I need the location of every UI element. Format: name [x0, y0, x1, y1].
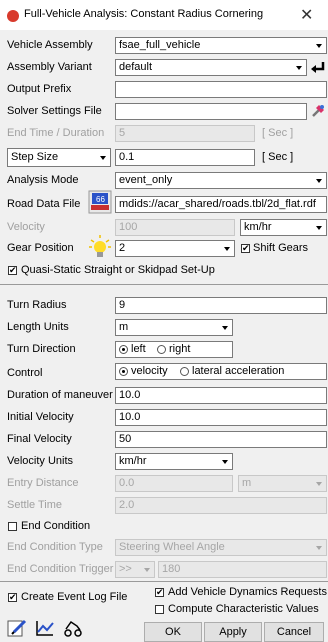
turn-right-label: right [169, 343, 191, 355]
duration-input[interactable]: 10.0 [115, 387, 327, 404]
compute-char-label: Compute Characteristic Values [168, 603, 319, 615]
road-data-file-input[interactable]: mdids://acar_shared/roads.tbl/2d_flat.rd… [115, 196, 327, 213]
end-condition-type-label: End Condition Type [7, 541, 103, 553]
chevron-down-icon [218, 320, 232, 335]
road-data-file-label: Road Data File [7, 198, 81, 210]
quasi-static-label: Quasi-Static Straight or Skidpad Set-Up [21, 264, 215, 276]
road-sign-icon[interactable]: 66 [88, 190, 112, 214]
vehicle-assembly-select[interactable]: fsae_full_vehicle [115, 37, 327, 54]
window-title: Full-Vehicle Analysis: Constant Radius C… [24, 8, 264, 20]
quasi-static-checkbox[interactable]: ✔ [8, 266, 17, 275]
control-lateral-label: lateral acceleration [192, 365, 285, 377]
velocity-unit-select[interactable]: km/hr [240, 219, 327, 236]
end-condition-label: End Condition [21, 520, 91, 532]
edit-pencil-icon[interactable] [6, 618, 28, 638]
end-time-label: End Time / Duration [7, 127, 105, 139]
velocity-input[interactable]: 100 [115, 219, 235, 236]
enter-arrow-icon[interactable] [310, 60, 326, 74]
length-units-select[interactable]: m [115, 319, 233, 336]
chevron-down-icon [312, 220, 326, 235]
add-vdr-checkbox[interactable]: ✔ [155, 588, 164, 597]
output-prefix-label: Output Prefix [7, 83, 72, 95]
final-velocity-input[interactable]: 50 [115, 431, 327, 448]
velocity-label: Velocity [7, 221, 45, 233]
length-units-label: Length Units [7, 321, 69, 333]
final-velocity-label: Final Velocity [7, 433, 72, 445]
vehicle-tool-icon[interactable] [62, 618, 84, 638]
step-size-unit: [ Sec ] [262, 151, 294, 163]
step-size-input[interactable]: 0.1 [115, 149, 255, 166]
shift-gears-label: Shift Gears [253, 242, 309, 254]
turn-left-label: left [131, 343, 146, 355]
output-prefix-input[interactable] [115, 81, 327, 98]
trigger-operator-select[interactable]: >> [115, 561, 155, 578]
close-icon[interactable]: ✕ [300, 5, 313, 25]
chevron-down-icon [312, 38, 326, 53]
end-time-input[interactable]: 5 [115, 125, 255, 142]
trigger-value-input[interactable]: 180 [158, 561, 327, 578]
ok-button[interactable]: OK [144, 622, 202, 642]
assembly-variant-label: Assembly Variant [7, 61, 92, 73]
end-condition-type-select[interactable]: Steering Wheel Angle [115, 539, 327, 556]
initial-velocity-label: Initial Velocity [7, 411, 74, 423]
solver-settings-input[interactable] [115, 103, 307, 120]
analysis-mode-select[interactable]: event_only [115, 172, 327, 189]
lightbulb-icon[interactable] [88, 234, 112, 260]
end-condition-trigger-label: End Condition Trigger [7, 563, 114, 575]
chevron-down-icon [312, 476, 326, 491]
settle-time-label: Settle Time [7, 499, 63, 511]
end-time-unit: [ Sec ] [262, 127, 294, 139]
chevron-down-icon [218, 454, 232, 469]
chevron-down-icon [220, 241, 234, 256]
plot-tool-icon[interactable] [34, 618, 56, 638]
vehicle-assembly-label: Vehicle Assembly [7, 39, 93, 51]
control-lateral-radio[interactable] [180, 367, 189, 376]
step-size-select[interactable]: Step Size [7, 148, 111, 167]
divider [0, 581, 328, 582]
solver-settings-label: Solver Settings File [7, 105, 102, 117]
settle-time-input[interactable]: 2.0 [115, 497, 327, 514]
end-condition-checkbox[interactable] [8, 522, 17, 531]
duration-label: Duration of maneuver [7, 389, 113, 401]
velocity-units-label: Velocity Units [7, 455, 74, 467]
chevron-down-icon [312, 540, 326, 555]
cancel-button[interactable]: Cancel [264, 622, 324, 642]
turn-left-radio[interactable] [119, 345, 128, 354]
entry-distance-input[interactable]: 0.0 [115, 475, 233, 492]
chevron-down-icon [140, 562, 154, 577]
turn-direction-label: Turn Direction [7, 343, 76, 355]
browse-settings-icon[interactable] [310, 103, 326, 119]
gear-position-select[interactable]: 2 [115, 240, 235, 257]
control-velocity-label: velocity [131, 365, 168, 377]
turn-radius-label: Turn Radius [7, 299, 67, 311]
control-velocity-radio[interactable] [119, 367, 128, 376]
divider [0, 284, 328, 285]
svg-text:66: 66 [96, 195, 105, 204]
app-icon [7, 10, 19, 22]
compute-char-checkbox[interactable] [155, 605, 164, 614]
chevron-down-icon [312, 173, 326, 188]
apply-button[interactable]: Apply [204, 622, 262, 642]
chevron-down-icon [96, 149, 110, 166]
create-event-log-checkbox[interactable]: ✔ [8, 593, 17, 602]
add-vdr-label: Add Vehicle Dynamics Requests [168, 586, 327, 598]
initial-velocity-input[interactable]: 10.0 [115, 409, 327, 426]
turn-radius-input[interactable]: 9 [115, 297, 327, 314]
turn-right-radio[interactable] [157, 345, 166, 354]
create-event-log-label: Create Event Log File [21, 591, 128, 603]
entry-distance-unit-select[interactable]: m [238, 475, 327, 492]
control-label: Control [7, 367, 43, 379]
assembly-variant-select[interactable]: default [115, 59, 307, 76]
analysis-mode-label: Analysis Mode [7, 174, 79, 186]
chevron-down-icon [292, 60, 306, 75]
shift-gears-checkbox[interactable]: ✔ [241, 244, 250, 253]
velocity-units-select[interactable]: km/hr [115, 453, 233, 470]
entry-distance-label: Entry Distance [7, 477, 79, 489]
gear-position-label: Gear Position [7, 242, 74, 254]
